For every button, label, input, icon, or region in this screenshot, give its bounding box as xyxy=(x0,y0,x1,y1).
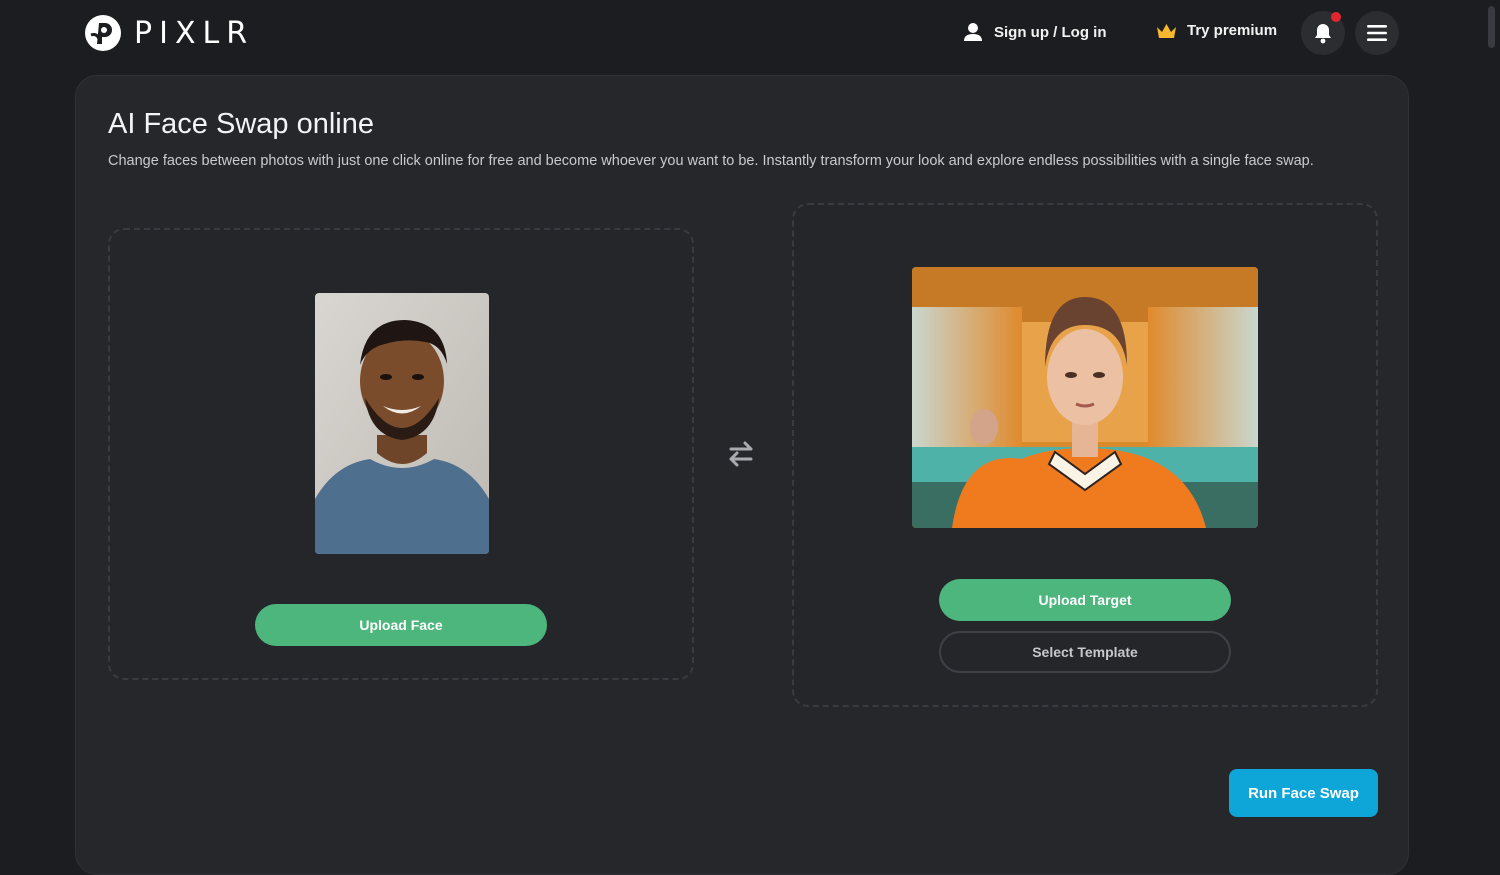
pixlr-logo-icon xyxy=(85,15,121,51)
target-panel[interactable]: Upload Target Select Template xyxy=(792,203,1378,707)
page-title: AI Face Swap online xyxy=(108,108,374,140)
scrollbar-thumb[interactable] xyxy=(1488,6,1495,48)
logo-text: PIXLR xyxy=(134,15,255,51)
try-premium-label: Try premium xyxy=(1187,22,1278,39)
upload-face-button[interactable]: Upload Face xyxy=(255,604,547,646)
target-photo xyxy=(912,267,1258,528)
face-swap-card: AI Face Swap online Change faces between… xyxy=(75,75,1409,875)
main-menu-button[interactable] xyxy=(1355,11,1399,55)
run-face-swap-button[interactable]: Run Face Swap xyxy=(1229,769,1378,817)
try-premium-link[interactable]: Try premium xyxy=(1156,22,1277,39)
page-description: Change faces between photos with just on… xyxy=(108,153,1314,169)
crown-icon xyxy=(1157,23,1176,38)
top-navigation-bar: PIXLR Sign up / Log in Try premium xyxy=(0,0,1500,68)
page-scrollbar[interactable] xyxy=(1484,0,1500,838)
notifications-button[interactable] xyxy=(1301,11,1345,55)
sign-up-login-link[interactable]: Sign up / Log in xyxy=(962,22,1106,42)
select-template-button[interactable]: Select Template xyxy=(939,631,1231,673)
notification-dot xyxy=(1331,12,1341,22)
sign-up-login-label: Sign up / Log in xyxy=(994,23,1107,41)
bell-icon xyxy=(1315,24,1331,44)
upload-target-button[interactable]: Upload Target xyxy=(939,579,1231,621)
source-face-panel[interactable]: Upload Face xyxy=(108,228,694,680)
swap-arrows-icon[interactable] xyxy=(725,438,757,470)
source-face-photo xyxy=(315,293,489,554)
hamburger-menu-icon xyxy=(1367,25,1387,41)
pixlr-logo[interactable]: PIXLR xyxy=(84,14,254,52)
user-icon xyxy=(964,23,982,41)
